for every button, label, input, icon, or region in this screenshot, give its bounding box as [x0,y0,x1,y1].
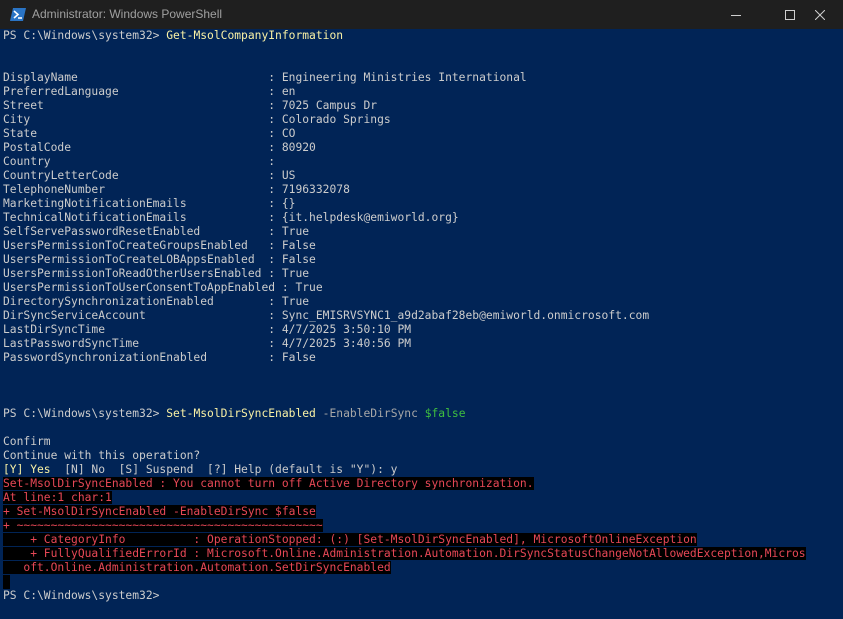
confirm-heading: Confirm [3,435,51,448]
close-button[interactable] [797,0,843,29]
error-line: + FullyQualifiedErrorId : Microsoft.Onli… [3,547,806,561]
close-icon [815,9,825,20]
error-text: Set-MsolDirSyncEnabled : You cannot turn… [3,477,534,490]
parameter: -EnableDirSync [315,407,425,420]
property-line: CountryLetterCode : US [3,169,296,182]
error-line: oft.Online.Administration.Automation.Set… [3,561,391,575]
property-line: City : Colorado Springs [3,113,391,126]
property-line: DisplayName : Engineering Ministries Int… [3,71,527,84]
maximize-icon [785,9,795,20]
prompt: PS C:\Windows\system32> [3,589,167,602]
property-line: UsersPermissionToCreateGroupsEnabled : F… [3,239,316,252]
property-line: TelephoneNumber : 7196332078 [3,183,350,196]
minimize-icon [731,10,741,20]
console-output[interactable]: PS C:\Windows\system32> Get-MsolCompanyI… [0,29,843,619]
error-text: + CategoryInfo : OperationStopped: (:) [… [3,533,697,546]
property-line: MarketingNotificationEmails : {} [3,197,296,210]
property-line: UsersPermissionToReadOtherUsersEnabled :… [3,267,310,280]
prompt: PS C:\Windows\system32> [3,29,167,42]
property-line: PasswordSynchronizationEnabled : False [3,351,316,364]
confirm-choices: [Y] Yes [N] No [S] Suspend [?] Help (def… [3,463,397,477]
error-line: At line:1 char:1 [3,491,112,505]
parameter-value: $false [424,407,466,420]
command: Set-MsolDirSyncEnabled [166,407,316,420]
error-text: + Set-MsolDirSyncEnabled -EnableDirSync … [3,505,316,518]
property-line: Street : 7025 Campus Dr [3,99,378,112]
error-line: + ~~~~~~~~~~~~~~~~~~~~~~~~~~~~~~~~~~~~~~… [3,519,323,533]
property-line: LastPasswordSyncTime : 4/7/2025 3:40:56 … [3,337,412,350]
powershell-icon [10,7,26,22]
property-line: LastDirSyncTime : 4/7/2025 3:50:10 PM [3,323,412,336]
error-text: + FullyQualifiedErrorId : Microsoft.Onli… [3,547,806,560]
property-line: DirectorySynchronizationEnabled : True [3,295,310,308]
error-text: + ~~~~~~~~~~~~~~~~~~~~~~~~~~~~~~~~~~~~~~… [3,519,323,532]
prompt: PS C:\Windows\system32> [3,407,167,420]
property-line: UsersPermissionToUserConsentToAppEnabled… [3,281,323,294]
choice-options: [N] No [S] Suspend [?] Help (default is … [50,463,398,476]
property-line: SelfServePasswordResetEnabled : True [3,225,310,238]
window-title: Administrator: Windows PowerShell [32,7,223,21]
command-line-3: PS C:\Windows\system32> [3,589,166,603]
command-line-1: PS C:\Windows\system32> Get-MsolCompanyI… [3,29,343,43]
command-line-2: PS C:\Windows\system32> Set-MsolDirSyncE… [3,407,466,421]
error-text: oft.Online.Administration.Automation.Set… [3,561,391,574]
property-line: UsersPermissionToCreateLOBAppsEnabled : … [3,253,316,266]
error-line: + CategoryInfo : OperationStopped: (:) [… [3,533,697,547]
property-line: TechnicalNotificationEmails : {it.helpde… [3,211,459,224]
error-line: + Set-MsolDirSyncEnabled -EnableDirSync … [3,505,316,519]
property-line: DirSyncServiceAccount : Sync_EMISRVSYNC1… [3,309,650,322]
property-line: PreferredLanguage : en [3,85,296,98]
command: Get-MsolCompanyInformation [166,29,344,42]
choice-yes: [Y] Yes [3,463,51,476]
property-line: PostalCode : 80920 [3,141,316,154]
error-line: Set-MsolDirSyncEnabled : You cannot turn… [3,477,534,491]
property-line: State : CO [3,127,296,140]
confirm-question: Continue with this operation? [3,449,201,462]
error-block-end [3,575,10,589]
error-text: At line:1 char:1 [3,491,112,504]
property-line: Country : [3,155,276,168]
minimize-button[interactable] [713,0,759,29]
title-bar: Administrator: Windows PowerShell [0,0,843,29]
